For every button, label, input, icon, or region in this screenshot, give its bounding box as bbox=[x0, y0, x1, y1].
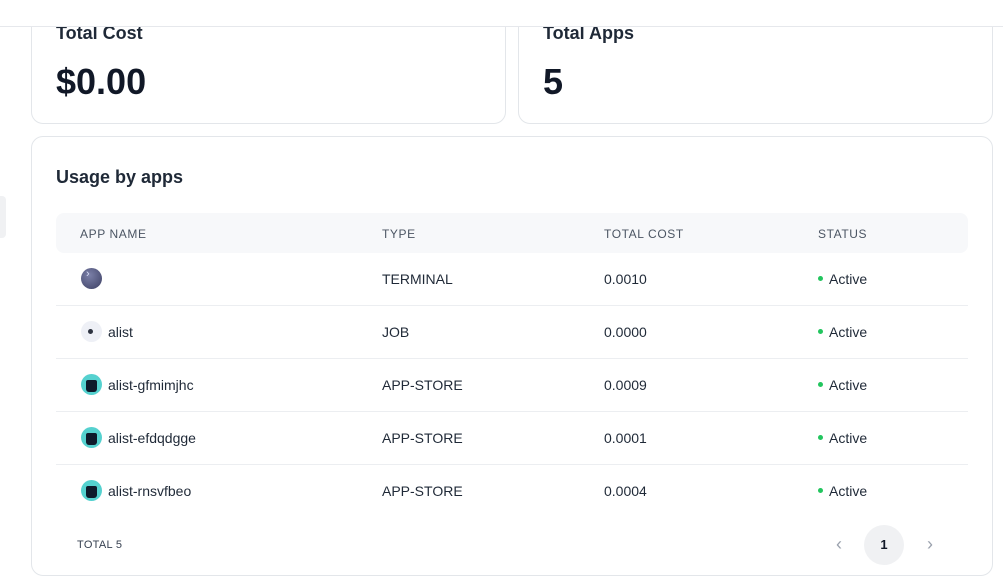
app-status: Active bbox=[818, 430, 867, 446]
total-apps-value: 5 bbox=[543, 61, 564, 102]
job-icon bbox=[81, 321, 102, 342]
app-type: TERMINAL bbox=[382, 271, 453, 287]
column-header-app-name: APP NAME bbox=[80, 227, 147, 241]
status-text: Active bbox=[829, 271, 868, 287]
app-type: APP-STORE bbox=[382, 430, 463, 446]
chevron-right-icon[interactable]: › bbox=[920, 533, 940, 555]
app-type: APP-STORE bbox=[382, 377, 463, 393]
total-count: TOTAL 5 bbox=[77, 539, 123, 551]
chevron-left-icon[interactable]: ‹ bbox=[829, 533, 849, 555]
pagination-page-1[interactable]: 1 bbox=[864, 525, 904, 565]
status-dot-icon bbox=[818, 434, 823, 440]
total-cost-value: $0.00 bbox=[56, 61, 147, 102]
usage-table: APP NAME TYPE TOTAL COST STATUS TERMINAL… bbox=[56, 213, 968, 517]
app-total-cost: 0.0000 bbox=[604, 324, 647, 340]
status-dot-icon bbox=[818, 381, 823, 387]
usage-card: Usage by apps APP NAME TYPE TOTAL COST S… bbox=[31, 136, 993, 576]
table-row[interactable]: alist-gfmimjhc APP-STORE 0.0009 Active bbox=[56, 359, 968, 412]
column-header-type: TYPE bbox=[382, 227, 416, 241]
status-text: Active bbox=[829, 324, 868, 340]
app-name: alist bbox=[108, 324, 133, 340]
table-row[interactable]: alist JOB 0.0000 Active bbox=[56, 306, 968, 359]
app-store-icon bbox=[81, 374, 102, 395]
column-header-total-cost: TOTAL COST bbox=[604, 227, 684, 241]
table-row[interactable]: alist-rnsvfbeo APP-STORE 0.0004 Active bbox=[56, 465, 968, 517]
app-store-icon bbox=[81, 480, 102, 501]
app-type: JOB bbox=[382, 324, 410, 340]
app-name: alist-gfmimjhc bbox=[108, 377, 194, 393]
app-total-cost: 0.0004 bbox=[604, 483, 647, 499]
app-store-icon bbox=[81, 427, 102, 448]
app-status: Active bbox=[818, 324, 867, 340]
app-status: Active bbox=[818, 483, 867, 499]
terminal-icon bbox=[81, 268, 102, 289]
app-status: Active bbox=[818, 271, 867, 287]
usage-title: Usage by apps bbox=[56, 167, 184, 187]
status-text: Active bbox=[829, 377, 868, 393]
table-header: APP NAME TYPE TOTAL COST STATUS bbox=[56, 213, 968, 253]
status-text: Active bbox=[829, 430, 868, 446]
table-row[interactable]: alist-efdqdgge APP-STORE 0.0001 Active bbox=[56, 412, 968, 465]
status-dot-icon bbox=[818, 275, 823, 281]
column-header-status: STATUS bbox=[818, 227, 868, 241]
status-dot-icon bbox=[818, 328, 823, 334]
app-name: alist-efdqdgge bbox=[108, 430, 196, 446]
status-text: Active bbox=[829, 483, 868, 499]
sidebar-tab[interactable] bbox=[0, 196, 6, 238]
app-name: alist-rnsvfbeo bbox=[108, 483, 192, 499]
table-row[interactable]: TERMINAL 0.0010 Active bbox=[56, 253, 968, 306]
app-type: APP-STORE bbox=[382, 483, 463, 499]
top-bar bbox=[0, 0, 1003, 27]
app-total-cost: 0.0010 bbox=[604, 271, 647, 287]
app-total-cost: 0.0009 bbox=[604, 377, 647, 393]
status-dot-icon bbox=[818, 487, 823, 493]
app-status: Active bbox=[818, 377, 867, 393]
app-total-cost: 0.0001 bbox=[604, 430, 647, 446]
